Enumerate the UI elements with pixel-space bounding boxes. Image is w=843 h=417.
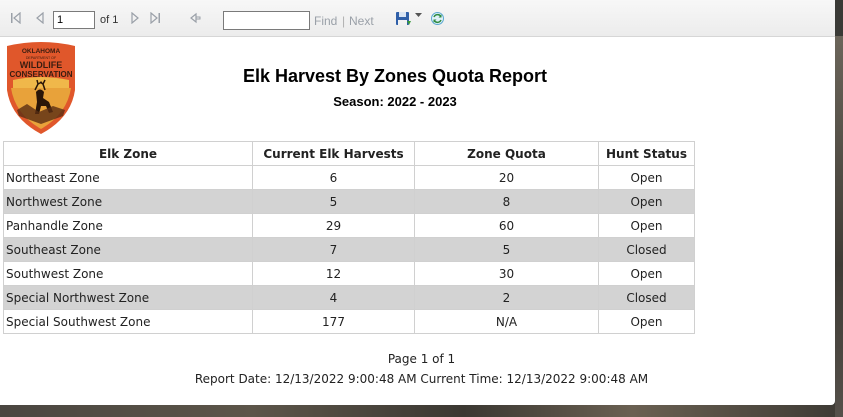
- page-footer: Page 1 of 1: [387, 352, 456, 366]
- cell-zone: Northeast Zone: [3, 165, 253, 190]
- cell-status: Open: [598, 261, 695, 286]
- cell-status: Open: [598, 309, 695, 334]
- column-header-elk-zone: Elk Zone: [3, 141, 253, 166]
- logo-text-conservation: CONSERVATION: [9, 70, 72, 79]
- cell-quota: 8: [414, 189, 599, 214]
- cell-harvests: 12: [252, 261, 415, 286]
- cell-harvests: 4: [252, 285, 415, 310]
- table-row: Northeast Zone 6 20 Open: [3, 165, 695, 190]
- cell-harvests: 6: [252, 165, 415, 190]
- cell-quota: 5: [414, 237, 599, 262]
- background-image-edge: [835, 36, 843, 417]
- column-header-current-harvests: Current Elk Harvests: [252, 141, 415, 166]
- column-header-zone-quota: Zone Quota: [414, 141, 599, 166]
- find-input[interactable]: [223, 11, 310, 30]
- elk-harvest-table: Elk Zone Current Elk Harvests Zone Quota…: [3, 141, 695, 334]
- first-page-icon[interactable]: [10, 12, 22, 24]
- refresh-icon[interactable]: [430, 11, 445, 26]
- cell-status: Open: [598, 213, 695, 238]
- cell-status: Closed: [598, 285, 695, 310]
- logo-text-wildlife: WILDLIFE: [20, 60, 63, 70]
- report-viewer: of 1 Find | Next OKLAHOMA DEPARTM: [0, 0, 835, 405]
- cell-harvests: 7: [252, 237, 415, 262]
- cell-zone: Northwest Zone: [3, 189, 253, 214]
- previous-page-icon[interactable]: [35, 12, 45, 24]
- cell-status: Open: [598, 165, 695, 190]
- cell-quota: 2: [414, 285, 599, 310]
- cell-status: Open: [598, 189, 695, 214]
- report-date-footer: Report Date: 12/13/2022 9:00:48 AM Curre…: [194, 372, 649, 386]
- report-toolbar: of 1 Find | Next: [0, 0, 835, 37]
- cell-quota: 30: [414, 261, 599, 286]
- page-count-label: of 1: [100, 14, 119, 26]
- odwc-logo: OKLAHOMA DEPARTMENT OF WILDLIFE CONSERVA…: [5, 40, 77, 136]
- cell-zone: Special Northwest Zone: [3, 285, 253, 310]
- background-image: [0, 405, 843, 417]
- cell-quota: N/A: [414, 309, 599, 334]
- dropdown-icon[interactable]: [415, 13, 422, 18]
- table-row: Panhandle Zone 29 60 Open: [3, 213, 695, 238]
- table-row: Southwest Zone 12 30 Open: [3, 261, 695, 286]
- table-header-row: Elk Zone Current Elk Harvests Zone Quota…: [3, 141, 695, 166]
- report-season: Season: 2022 - 2023: [333, 94, 457, 109]
- table-row: Southeast Zone 7 5 Closed: [3, 237, 695, 262]
- save-icon[interactable]: [395, 11, 411, 27]
- cell-zone: Southeast Zone: [3, 237, 253, 262]
- cell-quota: 60: [414, 213, 599, 238]
- back-icon[interactable]: [189, 12, 201, 24]
- cell-status: Closed: [598, 237, 695, 262]
- table-row: Northwest Zone 5 8 Open: [3, 189, 695, 214]
- column-header-hunt-status: Hunt Status: [598, 141, 695, 166]
- cell-harvests: 177: [252, 309, 415, 334]
- cell-quota: 20: [414, 165, 599, 190]
- report-title: Elk Harvest By Zones Quota Report: [242, 66, 548, 86]
- cell-zone: Panhandle Zone: [3, 213, 253, 238]
- cell-zone: Southwest Zone: [3, 261, 253, 286]
- next-page-icon[interactable]: [130, 12, 140, 24]
- next-link[interactable]: Next: [349, 14, 374, 28]
- cell-harvests: 5: [252, 189, 415, 214]
- toolbar-separator: |: [342, 14, 346, 28]
- table-row: Special Southwest Zone 177 N/A Open: [3, 309, 695, 334]
- cell-zone: Special Southwest Zone: [3, 309, 253, 334]
- logo-text-oklahoma: OKLAHOMA: [22, 48, 61, 55]
- find-link[interactable]: Find: [314, 14, 337, 28]
- last-page-icon[interactable]: [149, 12, 161, 24]
- table-row: Special Northwest Zone 4 2 Closed: [3, 285, 695, 310]
- page-number-input[interactable]: [53, 11, 95, 29]
- cell-harvests: 29: [252, 213, 415, 238]
